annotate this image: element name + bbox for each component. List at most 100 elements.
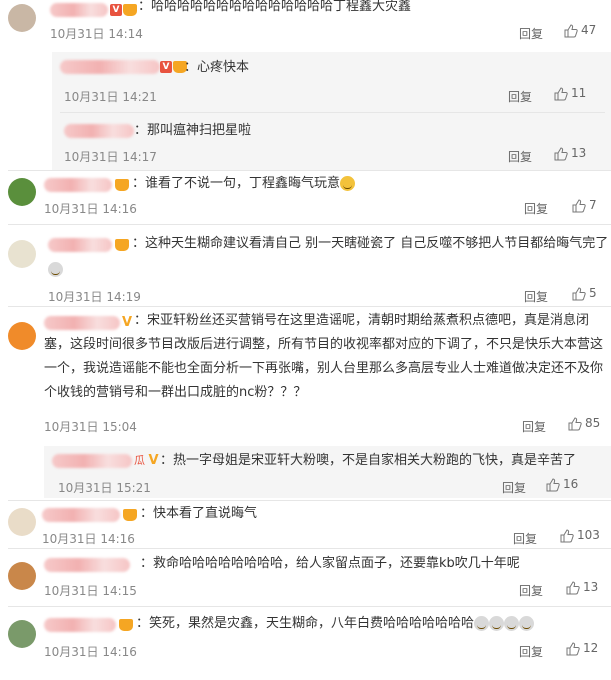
comment-text-body: ：笑死，果然是灾鑫，天生糊命，八年白费哈哈哈哈哈哈哈 [136, 616, 475, 631]
username-blurred[interactable] [44, 558, 130, 572]
avatar[interactable] [8, 562, 36, 590]
username-blurred[interactable] [52, 454, 132, 468]
like-count: 7 [589, 198, 597, 212]
reply-button[interactable]: 回复 [519, 643, 543, 660]
username-blurred[interactable] [44, 178, 112, 192]
like-count: 11 [571, 86, 587, 100]
like-count: 5 [589, 286, 597, 300]
user-badges: V [110, 3, 137, 17]
comment-time: 10月31日 14:16 [44, 645, 137, 659]
comment-time: 10月31日 14:21 [64, 90, 157, 104]
comment-6: V ：宋亚轩粉丝还买营销号在这里造谣呢，清朝时期给蒸煮积点德吧，真是消息闭塞，这… [0, 308, 611, 444]
comment-time: 10月31日 14:15 [44, 584, 137, 598]
user-badges [122, 508, 137, 522]
reply-button[interactable]: 回复 [519, 582, 543, 599]
reply-button[interactable]: 回复 [524, 288, 548, 305]
thumbs-up-icon [554, 86, 568, 100]
divider [8, 224, 611, 225]
like-count: 47 [581, 23, 597, 37]
comment-time: 10月31日 14:14 [50, 27, 143, 41]
username-blurred[interactable] [48, 238, 112, 252]
like-button[interactable]: 13 [566, 580, 598, 595]
divider [8, 170, 611, 171]
reply-button[interactable]: 回复 [519, 25, 543, 42]
avatar[interactable] [8, 178, 36, 206]
thumbs-up-icon [572, 286, 586, 300]
comment-time: 10月31日 14:16 [42, 532, 135, 546]
like-button[interactable]: 103 [560, 528, 600, 543]
comment-text: ：心疼快本 [184, 60, 250, 75]
comment-time: 10月31日 14:16 [44, 202, 137, 216]
thumbs-up-icon [546, 477, 560, 491]
thumbs-up-icon [572, 198, 586, 212]
avatar[interactable] [8, 322, 36, 350]
comment-text: ：救命哈哈哈哈哈哈哈哈，给人家留点面子，还要靠kb吹几十年呢 [140, 556, 520, 571]
comment-text: ：笑死，果然是灾鑫，天生糊命，八年白费哈哈哈哈哈哈哈 [136, 613, 535, 635]
username-blurred[interactable] [50, 3, 108, 17]
like-count: 16 [563, 477, 579, 491]
reply-button[interactable]: 回复 [522, 418, 546, 435]
like-count: 13 [583, 580, 599, 594]
comment-text: ：快本看了直说晦气 [140, 506, 258, 521]
comment-time: 10月31日 15:21 [58, 481, 151, 495]
user-badges: V [160, 60, 187, 74]
thumbs-up-icon [566, 580, 580, 594]
like-button[interactable]: 16 [546, 477, 578, 492]
comment-8: ：快本看了直说晦气 10月31日 14:16 回复 103 [0, 502, 611, 548]
divider [8, 606, 611, 607]
reply-button[interactable]: 回复 [513, 530, 537, 547]
emoji-icon [504, 616, 520, 631]
reply-button[interactable]: 回复 [524, 200, 548, 217]
thumbs-up-icon [566, 641, 580, 655]
emoji-icon [474, 616, 490, 631]
thumbs-up-icon [560, 528, 574, 542]
like-count: 103 [577, 528, 600, 542]
user-name-tail: 瓜 V [134, 453, 159, 468]
divider [8, 306, 611, 307]
emoji-icon [48, 262, 63, 277]
comment-text: ：那叫瘟神扫把星啦 [134, 123, 252, 138]
comment-5: ：这种天生糊命建议看清自己 别一天瞎碰瓷了 自己反噬不够把人节目都给晦气完了 1… [0, 226, 611, 306]
username-blurred[interactable] [64, 124, 134, 138]
comment-1: V ：哈哈哈哈哈哈哈哈哈哈哈哈哈哈丁程鑫大灾鑫 10月31日 14:14 回复 … [0, 0, 611, 48]
emoji-icon [340, 176, 356, 191]
emoji-icon [489, 616, 505, 631]
user-badges [114, 178, 129, 192]
like-button[interactable]: 11 [554, 86, 586, 101]
like-count: 12 [583, 641, 599, 655]
comment-text: ：宋亚轩粉丝还买营销号在这里造谣呢，清朝时期给蒸煮积点德吧，真是消息闭塞，这段时… [44, 313, 604, 400]
like-button[interactable]: 7 [572, 198, 597, 213]
sub-reply-box: 瓜 V ：热一字母姐是宋亚轩大粉噢，不是自家相关大粉跑的飞快，真是辛苦了 10月… [44, 446, 611, 498]
divider [60, 112, 605, 113]
avatar[interactable] [8, 508, 36, 536]
comment-text: ：热一字母姐是宋亚轩大粉噢，不是自家相关大粉跑的飞快，真是辛苦了 [160, 453, 577, 468]
emoji-icon [519, 616, 535, 631]
avatar[interactable] [8, 240, 36, 268]
comment-text: ：谁看了不说一句，丁程鑫晦气玩意 [132, 173, 356, 195]
comment-time: 10月31日 14:19 [48, 290, 141, 304]
thumbs-up-icon [554, 146, 568, 160]
like-button[interactable]: 13 [554, 146, 586, 161]
username-blurred[interactable] [42, 508, 120, 522]
username-blurred[interactable] [60, 60, 160, 74]
comment-text-body: ：谁看了不说一句，丁程鑫晦气玩意 [132, 176, 341, 191]
user-badges [114, 238, 129, 252]
comment-time: 10月31日 15:04 [44, 420, 137, 434]
like-button[interactable]: 12 [566, 641, 598, 656]
reply-button[interactable]: 回复 [508, 148, 532, 165]
thumbs-up-icon [564, 23, 578, 37]
divider [8, 500, 611, 501]
user-badges [118, 618, 133, 632]
username-tail: 瓜 [134, 454, 145, 467]
like-button[interactable]: 47 [564, 23, 596, 38]
avatar[interactable] [8, 4, 36, 32]
comment-10: ：笑死，果然是灾鑫，天生糊命，八年白费哈哈哈哈哈哈哈 10月31日 14:16 … [0, 608, 611, 680]
comment-text: ：哈哈哈哈哈哈哈哈哈哈哈哈哈哈丁程鑫大灾鑫 [138, 0, 412, 14]
reply-button[interactable]: 回复 [508, 88, 532, 105]
reply-button[interactable]: 回复 [502, 479, 526, 496]
like-button[interactable]: 5 [572, 286, 597, 301]
username-blurred[interactable] [44, 618, 116, 632]
comment-time: 10月31日 14:17 [64, 150, 157, 164]
like-button[interactable]: 85 [568, 416, 600, 431]
avatar[interactable] [8, 620, 36, 648]
